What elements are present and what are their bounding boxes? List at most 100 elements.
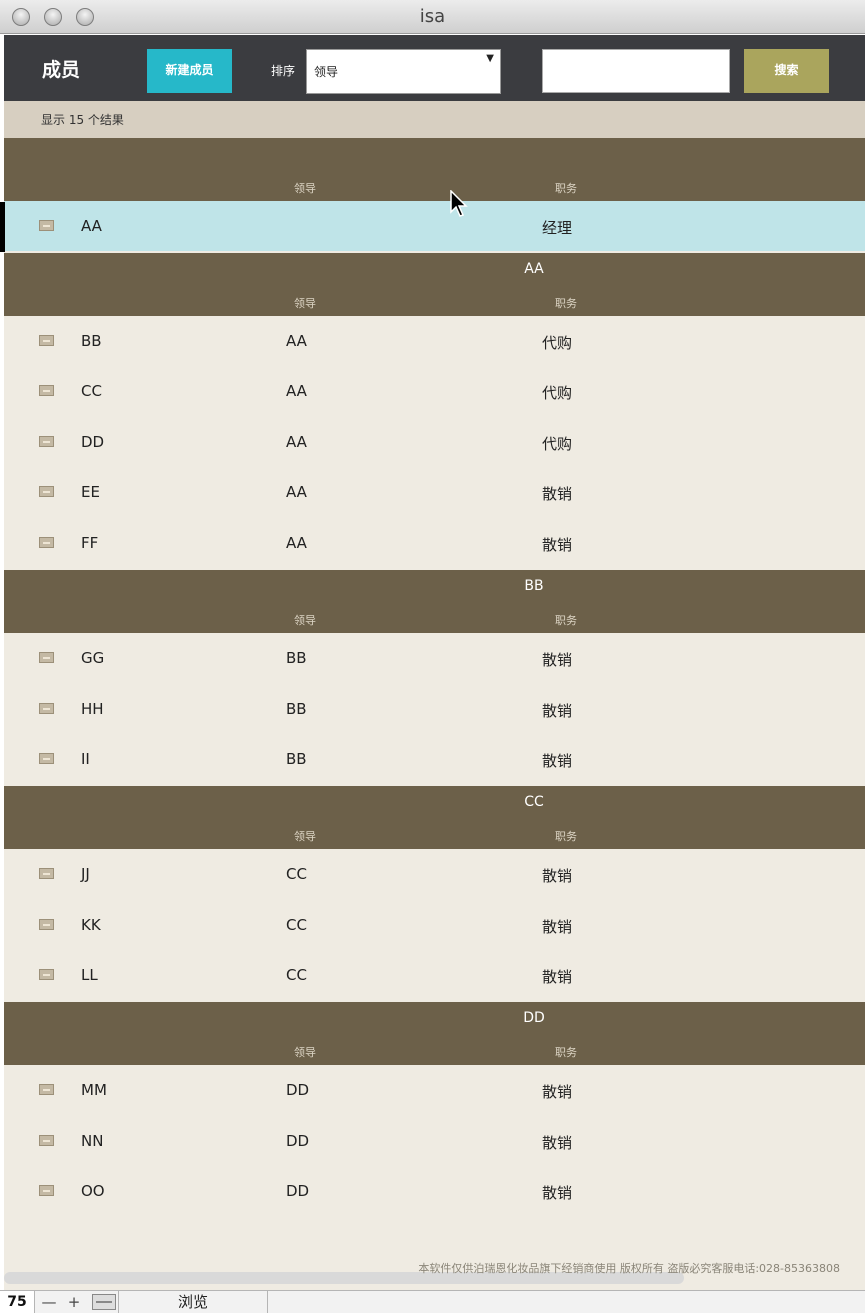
cell-leader: DD [286,1132,310,1150]
group-title: BB [524,578,544,594]
table-row[interactable]: MM DD 散销 [4,1065,865,1115]
copyright-text: 本软件仅供泊瑞恩化妆品旗下经销商使用 版权所有 盗版必究客服电话:028-853… [418,1262,840,1275]
record-icon[interactable] [39,537,54,548]
cell-name: NN [81,1132,104,1150]
cell-role: 散销 [542,752,573,770]
record-icon[interactable] [39,703,54,714]
layout-content: 成员 新建成员 排序 领导 ▼ 搜索 显示 15 个结果 领导 职务 AA 经理… [4,35,865,1290]
cell-name: JJ [81,865,90,883]
table-row[interactable]: II BB 散销 [4,734,865,784]
column-header-role: 职务 [555,614,577,627]
group-title: DD [523,1010,545,1026]
cell-name: EE [81,483,100,501]
group-header: AA 领导 职务 [4,253,865,316]
mode-selector[interactable]: 浏览 [118,1291,268,1313]
cell-name: LL [81,966,98,984]
column-header-leader: 领导 [294,297,316,310]
cell-role: 散销 [542,1184,573,1202]
table-row[interactable]: EE AA 散销 [4,467,865,517]
sort-select-value: 领导 [314,65,339,79]
table-row[interactable]: JJ CC 散销 [4,849,865,899]
cell-name: CC [81,382,102,400]
record-icon[interactable] [39,753,54,764]
cell-role: 代购 [542,384,573,402]
window-titlebar: isa [0,0,865,34]
group-header: 领导 职务 [4,138,865,201]
cell-name: DD [81,433,105,451]
cell-leader: AA [286,332,307,350]
cell-leader: BB [286,649,307,667]
cell-name: II [81,750,90,768]
result-bar: 显示 15 个结果 [4,101,865,138]
table-row[interactable]: KK CC 散销 [4,900,865,950]
table-row[interactable]: FF AA 散销 [4,518,865,568]
table-row[interactable]: GG BB 散销 [4,633,865,683]
table-row[interactable]: HH BB 散销 [4,684,865,734]
page-title: 成员 [42,59,81,81]
column-header-role: 职务 [555,297,577,310]
column-header-role: 职务 [555,1046,577,1059]
new-member-button[interactable]: 新建成员 [147,49,232,93]
table-row[interactable]: DD AA 代购 [4,417,865,467]
cell-role: 散销 [542,1134,573,1152]
column-header-leader: 领导 [294,614,316,627]
cell-role: 散销 [542,536,573,554]
table-row[interactable]: AA 经理 [4,201,865,251]
column-header-leader: 领导 [294,182,316,195]
zoom-in-button[interactable]: + [64,1293,84,1311]
cell-role: 散销 [542,968,573,986]
cell-name: BB [81,332,102,350]
cell-leader: BB [286,750,307,768]
cell-role: 散销 [542,702,573,720]
record-icon[interactable] [39,969,54,980]
cell-leader: BB [286,700,307,718]
record-icon[interactable] [39,385,54,396]
footer-area: 本软件仅供泊瑞恩化妆品旗下经销商使用 版权所有 盗版必究客服电话:028-853… [4,1256,865,1290]
group-header: BB 领导 职务 [4,570,865,633]
cell-name: GG [81,649,105,667]
record-icon[interactable] [39,220,54,231]
cell-role: 散销 [542,485,573,503]
search-input[interactable] [542,49,730,93]
cell-leader: DD [286,1081,310,1099]
table-row[interactable]: LL CC 散销 [4,950,865,1000]
record-icon[interactable] [39,1135,54,1146]
record-icon[interactable] [39,436,54,447]
cell-role: 散销 [542,867,573,885]
cell-leader: CC [286,865,307,883]
toggle-status-area-icon[interactable] [92,1294,116,1310]
cell-leader: AA [286,534,307,552]
cell-role: 代购 [542,334,573,352]
table-row[interactable]: OO DD 散销 [4,1166,865,1216]
zoom-out-button[interactable]: — [39,1293,59,1311]
cell-leader: CC [286,966,307,984]
record-icon[interactable] [39,868,54,879]
cell-leader: AA [286,433,307,451]
window-title: isa [419,6,446,27]
column-header-leader: 领导 [294,1046,316,1059]
cell-name: HH [81,700,104,718]
record-icon[interactable] [39,1185,54,1196]
cell-role: 散销 [542,651,573,669]
cell-role: 散销 [542,918,573,936]
search-button[interactable]: 搜索 [744,49,829,93]
zoom-level[interactable]: 75 [0,1291,35,1313]
record-icon[interactable] [39,1084,54,1095]
record-icon[interactable] [39,919,54,930]
record-icon[interactable] [39,486,54,497]
cell-leader: AA [286,483,307,501]
record-icon[interactable] [39,335,54,346]
cell-name: OO [81,1182,105,1200]
column-header-role: 职务 [555,182,577,195]
group-header: CC 领导 职务 [4,786,865,849]
cell-leader: CC [286,916,307,934]
table-row[interactable]: BB AA 代购 [4,316,865,366]
column-header-leader: 领导 [294,830,316,843]
sort-select[interactable]: 领导 ▼ [306,49,501,94]
result-count: 显示 15 个结果 [41,113,124,127]
column-header-role: 职务 [555,830,577,843]
table-row[interactable]: CC AA 代购 [4,366,865,416]
table-row[interactable]: NN DD 散销 [4,1116,865,1166]
record-icon[interactable] [39,652,54,663]
sort-label: 排序 [271,64,296,78]
